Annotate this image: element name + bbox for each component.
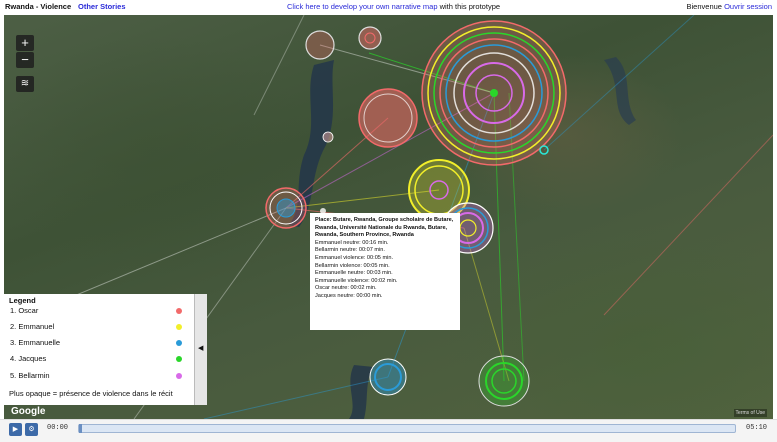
tooltip-line: Emmanuelle violence: 00:02 min.: [315, 277, 398, 284]
time-total: 05:10: [746, 424, 768, 432]
marker-small-north-2: [358, 26, 382, 50]
tooltip-line: Emmanuel violence: 00:05 min.: [315, 254, 394, 261]
legend-dot: [176, 356, 182, 362]
lake-east: [604, 57, 636, 125]
marker-cluster-north: [421, 20, 567, 166]
tooltip-line: Emmanuelle neutre: 00:03 min.: [315, 270, 393, 277]
settings-button[interactable]: ⚙: [25, 423, 38, 436]
develop-narrative: Click here to develop your own narrative…: [287, 2, 500, 11]
other-stories-link[interactable]: Other Stories: [78, 2, 126, 11]
legend-item-oscar: 1. Oscar: [10, 306, 190, 316]
satellite-map[interactable]: + − ≋ Place: Butare, Rwanda, Groupe scho…: [4, 15, 773, 419]
tooltip-line: Bellarmin violence: 00:05 min.: [315, 262, 390, 269]
legend-item-emmanuel: 2. Emmanuel: [10, 322, 190, 332]
gear-icon: ⚙: [28, 426, 35, 433]
legend-label: 3. Emmanuelle: [10, 338, 61, 347]
legend-label: 1. Oscar: [10, 306, 39, 315]
legend-title: Legend: [9, 296, 36, 305]
marker-jacques: [369, 358, 407, 396]
open-session-link[interactable]: Ouvrir session: [724, 2, 772, 11]
legend-toggle-button[interactable]: ◀: [194, 294, 207, 405]
legend-label: 2. Emmanuel: [10, 322, 55, 331]
layers-icon[interactable]: ≋: [16, 76, 34, 92]
time-current: 00:00: [47, 424, 69, 432]
timeline-handle[interactable]: [79, 424, 82, 433]
marker-west: [265, 187, 307, 229]
marker-small-north-1: [305, 30, 335, 60]
play-button[interactable]: ▶: [9, 423, 22, 436]
legend-note: Plus opaque = présence de violence dans …: [9, 389, 173, 398]
top-bar: Rwanda - Violence Other Stories Click he…: [0, 0, 777, 15]
legend-dot: [176, 308, 182, 314]
timeline-player: ▶ ⚙ 00:00 05:10: [0, 419, 777, 442]
develop-narrative-link[interactable]: Click here to develop your own narrative…: [287, 2, 438, 11]
place-tooltip: Place: Butare, Rwanda, Groupe scholaire …: [310, 213, 460, 330]
timeline-slider[interactable]: [78, 424, 736, 433]
welcome-text: Bienvenue: [686, 2, 722, 11]
develop-narrative-rest: with this prototype: [437, 2, 501, 11]
google-logo: Google: [11, 406, 46, 417]
legend-dot: [176, 324, 182, 330]
zoom-out-button[interactable]: −: [16, 52, 34, 68]
zoom-in-button[interactable]: +: [16, 35, 34, 51]
chevron-left-icon: ◀: [198, 345, 204, 352]
tooltip-line: Oscar neutre: 00:02 min.: [315, 285, 377, 292]
marker-tiny: [322, 131, 334, 143]
marker-bellarmin: [478, 355, 530, 407]
tooltip-line: Bellarmin neutre: 00:07 min.: [315, 247, 385, 254]
legend-item-bellarmin: 5. Bellarmin: [10, 371, 190, 381]
legend-dot: [176, 340, 182, 346]
legend-label: 4. Jacques: [10, 354, 47, 363]
marker-oscar: [358, 88, 418, 148]
play-icon: ▶: [12, 426, 19, 433]
legend-dot: [176, 373, 182, 379]
legend-panel: Legend 1. Oscar 2. Emmanuel 3. Emmanuell…: [4, 294, 207, 405]
tooltip-line: Emmanuel neutre: 00:16 min.: [315, 239, 389, 246]
legend-item-jacques: 4. Jacques: [10, 354, 190, 364]
map-terms-link[interactable]: Terms of Use: [733, 409, 767, 417]
legend-item-emmanuelle: 3. Emmanuelle: [10, 338, 190, 348]
app-title: Rwanda - Violence: [5, 2, 72, 11]
user-area: Bienvenue Ouvrir session: [687, 2, 772, 11]
legend-label: 5. Bellarmin: [10, 371, 50, 380]
tooltip-place: Place: Butare, Rwanda, Groupe scholaire …: [315, 217, 454, 239]
tooltip-line: Jacques neutre: 00:00 min.: [315, 292, 383, 299]
